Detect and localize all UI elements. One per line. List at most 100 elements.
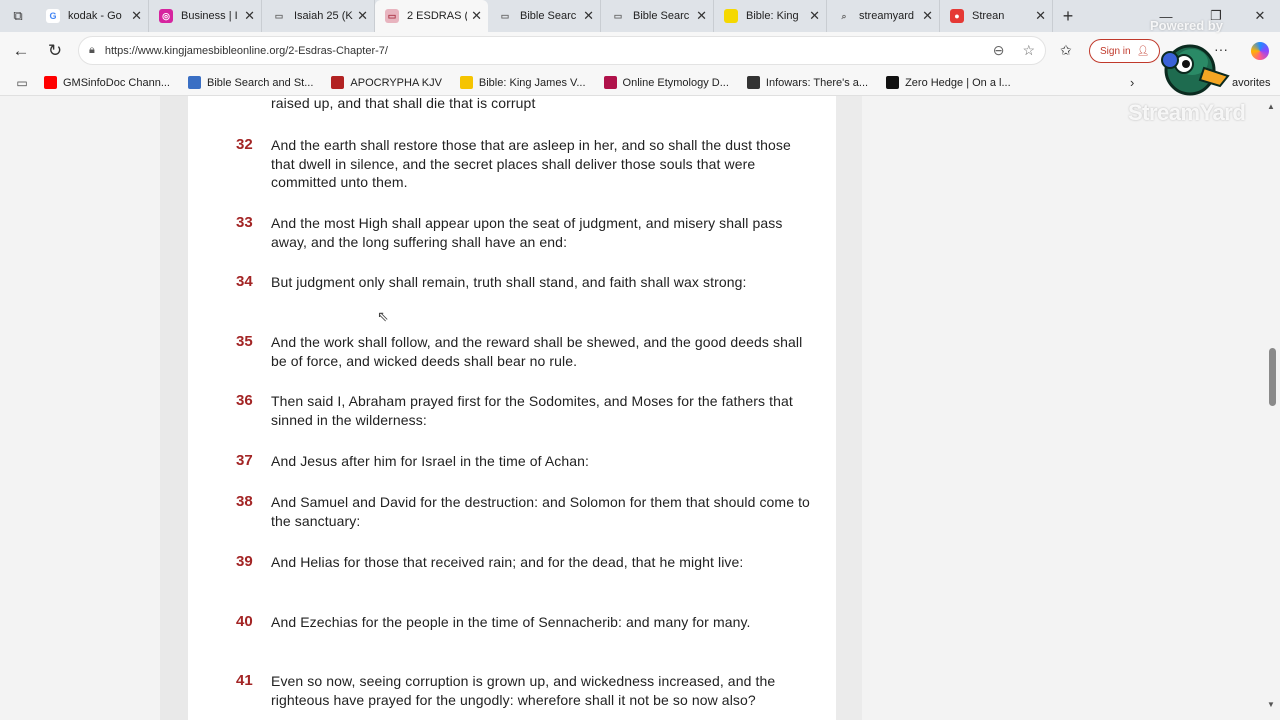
vertical-scrollbar[interactable]: ▲ ▼ [1264,96,1280,720]
tab-title: 2 ESDRAS ( [407,10,468,22]
tab-close-icon[interactable]: ✕ [583,8,594,24]
bookmark-link[interactable]: Bible: King James V... [459,76,586,89]
tab-close-icon[interactable]: ✕ [131,8,142,24]
other-favorites-link[interactable]: avorites [1232,77,1271,89]
streamyard-duck-logo [1161,44,1230,96]
tab-close-icon[interactable]: ✕ [471,8,482,24]
bookmark-link[interactable]: Bible Search and St... [188,76,313,89]
verse-text: And Jesus after him for Israel in the ti… [271,453,590,469]
bookmark-label: Online Etymology D... [622,76,729,89]
tab-close-icon[interactable]: ✕ [809,8,820,24]
tab-favicon-icon: ◎ [159,9,173,23]
bookmark-label: Bible: King James V... [478,76,586,89]
page-viewport: raised up, and that shall die that is co… [0,96,1280,720]
sign-in-button[interactable]: Sign in 👤︎ [1089,39,1161,63]
verse-number[interactable]: 35 [236,333,253,350]
browser-tab[interactable]: Gkodak - Go ✕ [36,0,149,32]
bookmark-favicon-icon [886,76,900,89]
lock-icon[interactable]: 🔒︎ [89,44,95,57]
mouse-cursor-icon: ⇖ [377,308,389,324]
browser-tab[interactable]: ◎ Business | I ✕ [149,0,262,32]
verse-number[interactable]: 39 [236,553,253,570]
browser-tab[interactable]: ▭ 2 ESDRAS (✕ [375,0,488,32]
tab-favicon-icon [724,9,738,23]
tab-close-icon[interactable]: ✕ [922,8,933,24]
powered-by-text: Powered by [1150,18,1223,33]
browser-tab[interactable]: Bible: King ✕ [714,0,827,32]
tab-favicon-icon: ● [950,9,964,23]
verse-text: And Helias for those that received rain;… [271,554,744,570]
tab-close-icon[interactable]: ✕ [696,8,707,24]
verse-number[interactable]: 38 [236,493,253,510]
bookmark-label: APOCRYPHA KJV [350,76,442,89]
verse-text: But judgment only shall remain, truth sh… [271,274,747,290]
tab-title: Bible Searc [633,10,690,22]
verse-number[interactable]: 41 [236,672,253,689]
bookmark-link[interactable]: APOCRYPHA KJV [331,76,442,89]
browser-tab[interactable]: ⌕ streamyard ✕ [827,0,940,32]
bookmark-link[interactable]: Zero Hedge | On a l... [886,76,1011,89]
verse-number[interactable]: 33 [236,214,253,231]
url-text[interactable]: https://www.kingjamesbibleonline.org/2-E… [105,45,975,57]
verse-text: And the most High shall appear upon the … [271,215,783,250]
browser-tab[interactable]: ▭ Bible Searc ✕ [488,0,601,32]
tab-favicon-icon: ▭ [385,9,399,23]
copilot-icon[interactable] [1251,42,1269,60]
tab-title: Bible Searc [520,10,577,22]
tab-title: Bible: King [746,10,799,22]
tab-close-icon[interactable]: ✕ [1035,8,1046,24]
tab-actions-menu-icon[interactable]: ⧉ [0,0,36,32]
bookmark-favicon-icon [459,76,473,89]
favorites-bar-icon[interactable]: ✩ [1060,42,1072,59]
refresh-icon[interactable]: ↻ [38,34,72,68]
back-icon[interactable]: ← [4,34,38,68]
verse-number[interactable]: 37 [236,452,253,469]
verse-number[interactable]: 34 [236,273,253,290]
verse-continuation: raised up, and that shall die that is co… [271,96,536,111]
tab-favicon-icon: ▭ [272,9,286,23]
tab-close-icon[interactable]: ✕ [357,8,368,24]
tab-title: Business | I [181,10,238,22]
browser-tab[interactable]: ● Strean ✕ [940,0,1053,32]
bookmark-link[interactable]: Infowars: There's a... [746,76,869,89]
right-margin [836,96,862,720]
tab-strip: ⧉ Gkodak - Go ✕ ◎ Business | I ✕ ▭ Isaiah 25 (… [0,0,1280,32]
verse-text: And the work shall follow, and the rewar… [271,334,803,369]
tab-favicon-icon: ⌕ [837,9,851,23]
tab-favicon-icon: G [46,9,60,23]
verse-number[interactable]: 40 [236,613,253,630]
verse-number[interactable]: 32 [236,136,253,153]
bookmark-link[interactable]: Online Etymology D... [603,76,729,89]
bookmark-label: Bible Search and St... [207,76,314,89]
sign-in-label: Sign in [1100,45,1131,57]
bookmark-favicon-icon [44,76,57,89]
browser-tab[interactable]: ▭ Bible Searc ✕ [601,0,714,32]
bookmark-label: Infowars: There's a... [765,76,869,89]
bookmark-favicon-icon [188,76,201,89]
favorite-star-icon[interactable]: ☆ [1022,42,1035,59]
tab-title: kodak - Go [68,10,122,22]
close-window-button[interactable]: ✕ [1240,0,1280,32]
bookmarks-overflow-icon[interactable]: › [1130,75,1134,90]
verse-text: And Ezechias for the people in the time … [271,614,751,630]
collections-icon[interactable]: ▭ [0,76,44,90]
tab-title: Strean [972,10,1005,22]
browser-tab[interactable]: ▭ Isaiah 25 (K ✕ [262,0,375,32]
scroll-thumb[interactable] [1269,348,1276,406]
new-tab-button[interactable]: + [1053,0,1083,32]
profile-icon: 👤︎ [1136,45,1150,57]
verse-number[interactable]: 36 [236,392,253,409]
chapter-text-panel: raised up, and that shall die that is co… [188,96,836,720]
reader-mode-icon[interactable]: ⊖ [993,42,1005,59]
bookmarks-bar: ▭ GMSinfoDoc Chann... Bible Search and St… [0,70,1280,96]
tab-favicon-icon: ▭ [498,9,512,23]
scroll-up-icon[interactable]: ▲ [1267,102,1275,111]
tab-close-icon[interactable]: ✕ [244,8,255,24]
bookmark-favicon-icon [603,76,617,89]
scroll-down-icon[interactable]: ▼ [1267,700,1275,709]
verse-text: Then said I, Abraham prayed first for th… [271,393,793,428]
address-toolbar: ← ↻ 🔒︎ https://www.kingjamesbibleonline.… [0,32,1280,70]
streamyard-watermark: StreamYard [1128,100,1246,125]
bookmark-link[interactable]: GMSinfoDoc Chann... [44,76,170,89]
address-bar[interactable]: 🔒︎ https://www.kingjamesbibleonline.org/… [78,36,1046,65]
